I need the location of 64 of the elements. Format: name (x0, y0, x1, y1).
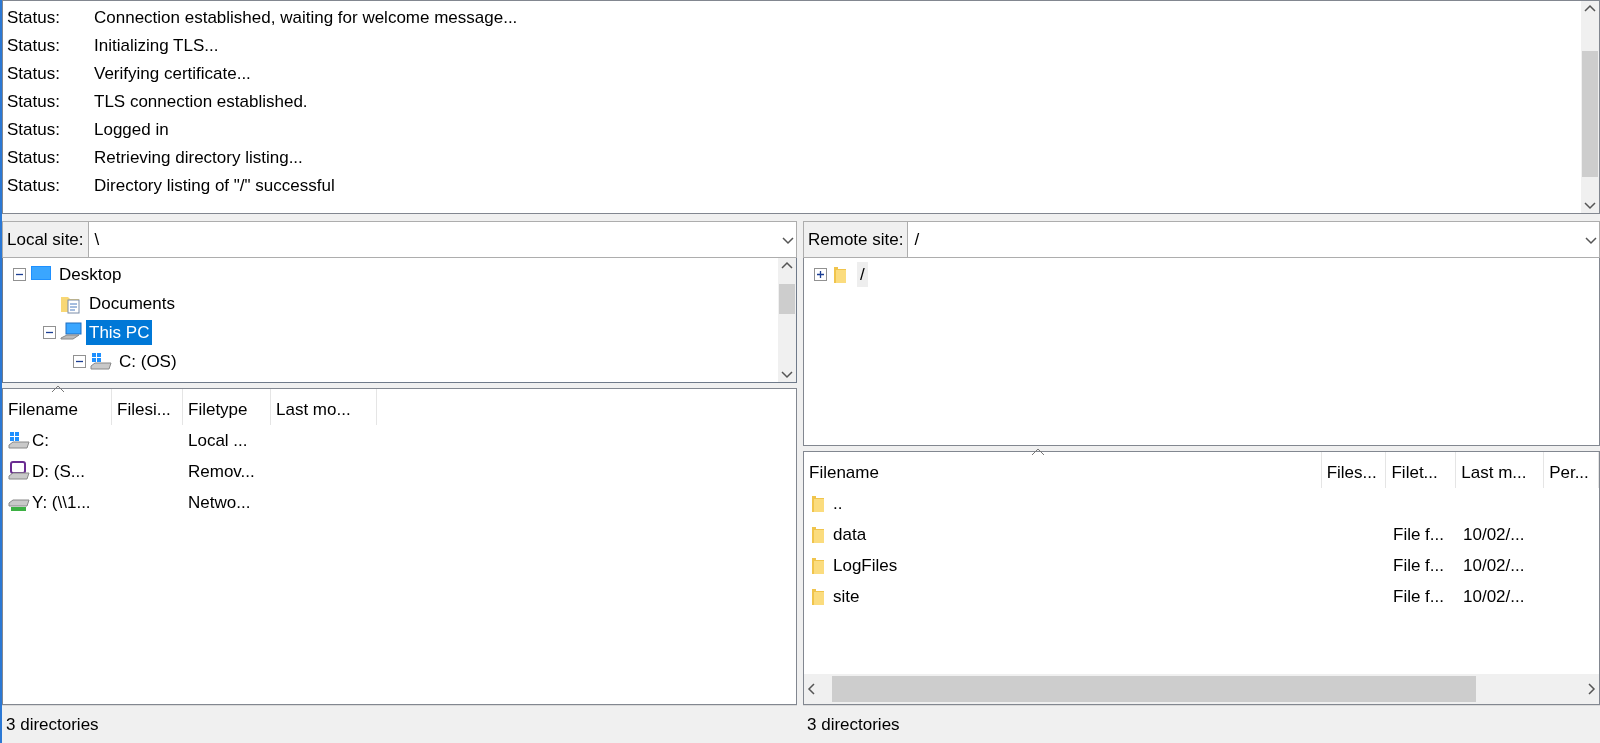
column-header[interactable]: Filename (3, 389, 112, 425)
table-cell-text: Local ... (188, 429, 248, 452)
column-header[interactable]: Per... (1544, 452, 1599, 488)
log-message: Connection established, waiting for welcome message... (94, 7, 518, 30)
table-cell-text: 10/02/... (1463, 585, 1525, 608)
log-label: Status: (7, 147, 61, 170)
tree-item[interactable]: Documents (86, 290, 178, 317)
computer-icon (60, 322, 82, 343)
path-combobox[interactable]: \ (88, 222, 796, 257)
table-cell-text: File f... (1393, 585, 1444, 608)
log-message: Directory listing of "/" successful (94, 175, 335, 198)
column-header[interactable]: Last mo... (271, 389, 377, 425)
file-name[interactable]: LogFiles (833, 552, 898, 579)
site-label: Remote site: (804, 222, 909, 257)
table-cell-text: 10/02/... (1463, 554, 1525, 577)
sort-icon (1031, 448, 1046, 456)
drive-icon (90, 351, 112, 372)
log-message: Retrieving directory listing... (94, 147, 303, 170)
log-label: Status: (7, 91, 61, 114)
log-message: Logged in (94, 119, 169, 142)
log-label: Status: (7, 175, 61, 198)
collapse-icon[interactable] (73, 355, 86, 368)
table-cell-text: File f... (1393, 554, 1444, 577)
file-name[interactable]: site (833, 583, 860, 610)
file-name[interactable]: Y: (\\1... (32, 489, 91, 516)
column-header[interactable]: Filet... (1386, 452, 1457, 488)
file-name[interactable]: D: (S... (32, 458, 85, 485)
file-name[interactable]: .. (833, 490, 843, 517)
collapse-icon[interactable] (43, 326, 56, 339)
tree-item[interactable]: / (857, 261, 868, 288)
table-cell-text: 10/02/... (1463, 523, 1525, 546)
log-message: Initializing TLS... (94, 35, 219, 58)
expand-icon[interactable] (814, 268, 827, 281)
sort-icon (50, 385, 65, 393)
log-label: Status: (7, 119, 61, 142)
site-label: Local site: (3, 222, 89, 257)
drive-icon (8, 430, 30, 451)
log-label: Status: (7, 63, 61, 86)
scroll-thumb[interactable] (779, 284, 795, 314)
column-header[interactable]: Filename (804, 452, 1322, 488)
column-header[interactable]: Filetype (183, 389, 271, 425)
table-cell-text: Remov... (188, 460, 255, 483)
scroll-thumb[interactable] (1582, 51, 1598, 177)
scrollbar[interactable] (1581, 1, 1599, 213)
path-combobox[interactable]: / (908, 222, 1599, 257)
column-header[interactable]: Files... (1321, 452, 1387, 488)
sd-card-drive-icon (8, 461, 30, 482)
tree-item[interactable]: This PC (86, 319, 153, 346)
tree-item[interactable]: C: (OS) (116, 348, 180, 375)
log-label: Status: (7, 7, 61, 30)
column-header[interactable]: Filesi... (112, 389, 183, 425)
scrollbar[interactable] (778, 258, 796, 382)
log-label: Status: (7, 35, 61, 58)
table-cell-text: File f... (1393, 523, 1444, 546)
log-message: Verifying certificate... (94, 63, 251, 86)
log-message: TLS connection established. (94, 91, 308, 114)
file-name[interactable]: C: (32, 427, 49, 454)
tree-item[interactable]: Desktop (56, 261, 125, 288)
collapse-icon[interactable] (13, 268, 26, 281)
scroll-thumb[interactable] (832, 676, 1476, 702)
column-header[interactable]: Last m... (1456, 452, 1545, 488)
horizontal-scrollbar[interactable] (804, 674, 1599, 704)
table-cell-text: Netwo... (188, 491, 251, 514)
file-name[interactable]: data (833, 521, 867, 548)
